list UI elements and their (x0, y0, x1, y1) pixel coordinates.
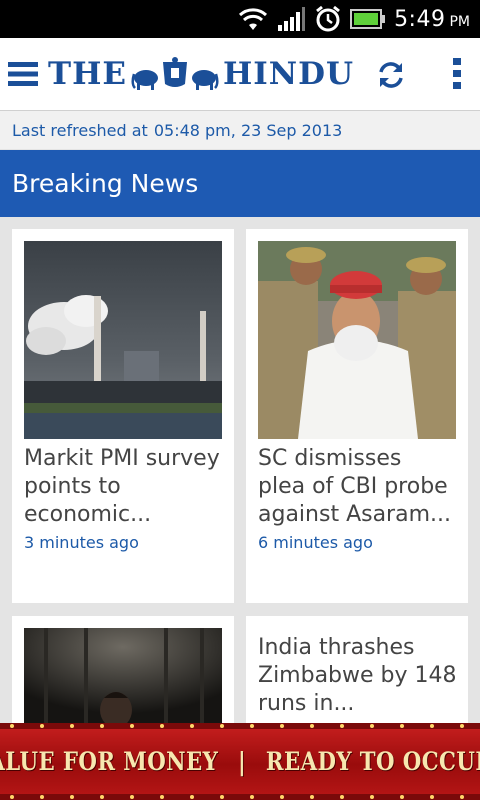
marquee-light (460, 724, 464, 728)
alarm-icon (316, 5, 340, 32)
article-title: Markit PMI survey points to economic... (24, 445, 224, 529)
the-hindu-logo: THE HINDU (48, 52, 354, 96)
marquee-light (460, 795, 464, 799)
ad-text-left: VALUE FOR MONEY (0, 747, 219, 776)
marquee-light (430, 724, 434, 728)
wifi-icon (238, 8, 268, 30)
title-line: plea of CBI probe (258, 474, 448, 499)
marquee-light (340, 795, 344, 799)
marquee-light (220, 795, 224, 799)
news-card[interactable]: SC dismisses plea of CBI probe against A… (246, 229, 468, 603)
emblem-icon (131, 57, 219, 90)
status-icons (238, 4, 386, 34)
battery-icon (350, 9, 385, 29)
marquee-light (310, 795, 314, 799)
marquee-light (310, 724, 314, 728)
marquee-light (40, 795, 44, 799)
marquee-light (160, 795, 164, 799)
news-card[interactable]: Markit PMI survey points to economic... … (12, 229, 234, 603)
marquee-light (220, 724, 224, 728)
article-thumbnail (24, 241, 222, 439)
logo-word-the: THE (48, 56, 127, 92)
marquee-light (280, 724, 284, 728)
section-header: Breaking News (0, 150, 480, 217)
status-bar: 5:49 PM (0, 0, 480, 38)
marquee-light (370, 795, 374, 799)
article-title: SC dismisses plea of CBI probe against A… (258, 445, 458, 529)
marquee-light (10, 795, 14, 799)
ad-text: VALUE FOR MONEY | READY TO OCCUPY (0, 747, 480, 776)
marquee-light (100, 795, 104, 799)
news-card[interactable]: India thrashes Zimbabwe by 148 runs in..… (246, 616, 468, 723)
marquee-light (190, 724, 194, 728)
article-thumbnail (24, 628, 222, 723)
ad-text-right: READY TO OCCUPY (265, 747, 480, 776)
ad-panel: VALUE FOR MONEY | READY TO OCCUPY (0, 729, 480, 794)
overflow-menu-icon[interactable] (448, 56, 466, 92)
marquee-light (160, 724, 164, 728)
ad-separator: | (237, 747, 246, 776)
title-line: runs in... (258, 691, 355, 716)
logo-word-hindu: HINDU (223, 56, 355, 92)
status-clock: 5:49 PM (394, 4, 470, 34)
clock-ampm: PM (449, 13, 470, 30)
marquee-light (130, 724, 134, 728)
title-line: SC dismisses (258, 446, 402, 471)
marquee-light (250, 795, 254, 799)
marquee-light (70, 795, 74, 799)
ad-banner[interactable]: VALUE FOR MONEY | READY TO OCCUPY (0, 723, 480, 800)
title-line: India thrashes (258, 635, 415, 660)
marquee-light (370, 724, 374, 728)
article-thumbnail (258, 241, 456, 439)
title-line: economic... (24, 502, 152, 527)
title-line: Markit PMI survey (24, 446, 220, 471)
marquee-light (400, 795, 404, 799)
industrial-chimneys-photo (24, 241, 222, 439)
clock-time: 5:49 (394, 6, 446, 32)
title-line: against Asaram... (258, 502, 451, 527)
dark-stage-photo (24, 628, 222, 723)
menu-icon[interactable] (8, 60, 38, 88)
article-age: 3 minutes ago (24, 533, 139, 552)
app-bar: THE HINDU (0, 38, 480, 111)
marquee-light (100, 724, 104, 728)
marquee-light (430, 795, 434, 799)
marquee-light (250, 724, 254, 728)
refresh-icon[interactable] (376, 60, 406, 90)
marquee-light (340, 724, 344, 728)
article-title: India thrashes Zimbabwe by 148 runs in..… (258, 634, 464, 718)
last-refreshed-timestamp: 05:48 pm, 23 Sep 2013 (153, 120, 343, 140)
marquee-light (190, 795, 194, 799)
marquee-light (130, 795, 134, 799)
section-title: Breaking News (12, 169, 199, 198)
marquee-light (400, 724, 404, 728)
marquee-light (40, 724, 44, 728)
title-line: Zimbabwe by 148 (258, 663, 457, 688)
news-card[interactable] (12, 616, 234, 723)
article-age: 6 minutes ago (258, 533, 373, 552)
marquee-light (70, 724, 74, 728)
man-in-red-cap-photo (258, 241, 456, 439)
title-line: points to (24, 474, 121, 499)
signal-icon (278, 7, 305, 31)
last-refreshed-label: Last refreshed at (12, 120, 148, 140)
last-refreshed-bar: Last refreshed at 05:48 pm, 23 Sep 2013 (0, 111, 480, 149)
marquee-light (280, 795, 284, 799)
marquee-light (10, 724, 14, 728)
